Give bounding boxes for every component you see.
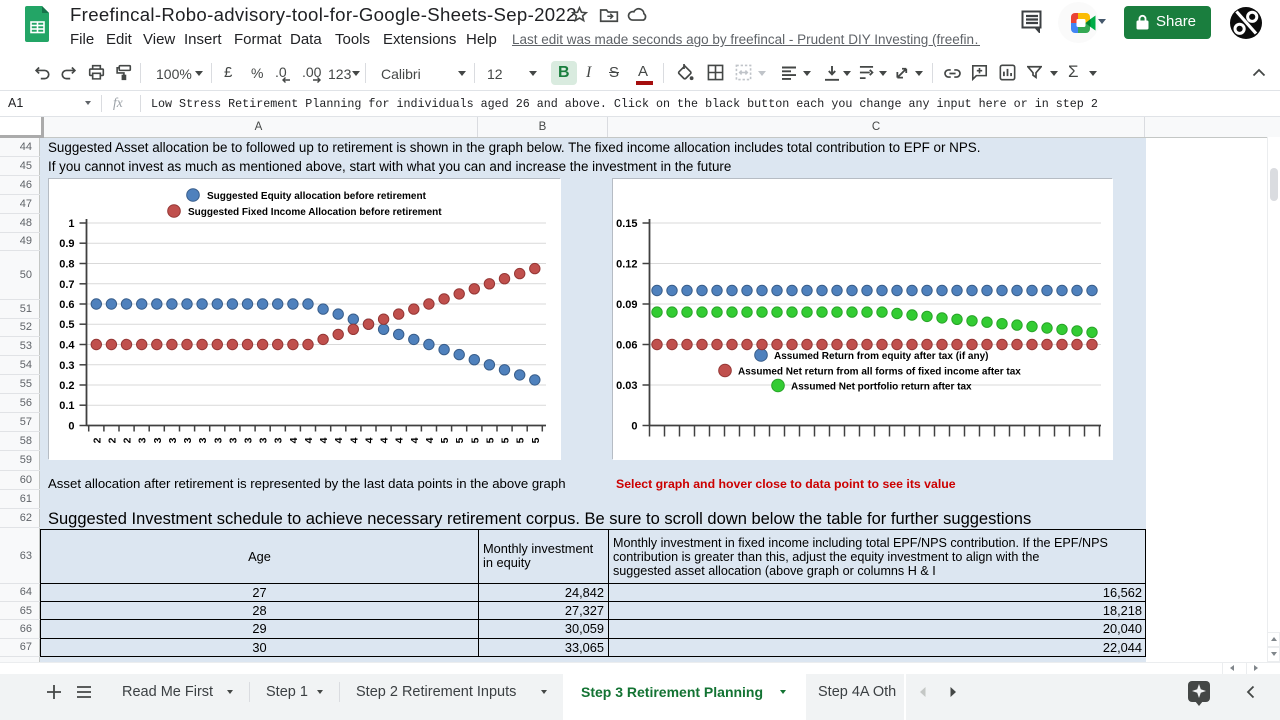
svg-text:3: 3 bbox=[137, 437, 149, 443]
svg-text:4: 4 bbox=[348, 437, 360, 443]
svg-text:2: 2 bbox=[91, 437, 103, 443]
svg-text:0.5: 0.5 bbox=[59, 319, 74, 331]
svg-text:3: 3 bbox=[197, 437, 209, 443]
svg-text:5: 5 bbox=[484, 437, 496, 443]
svg-text:4: 4 bbox=[424, 437, 436, 443]
svg-text:Assumed Net portfolio return a: Assumed Net portfolio return after tax bbox=[791, 382, 972, 393]
svg-text:0.1: 0.1 bbox=[59, 400, 74, 412]
svg-text:5: 5 bbox=[500, 437, 512, 443]
svg-text:0: 0 bbox=[631, 421, 637, 433]
svg-text:Assumed Net return from all fo: Assumed Net return from all forms of fix… bbox=[738, 367, 1021, 378]
svg-text:3: 3 bbox=[212, 437, 224, 443]
svg-text:1: 1 bbox=[68, 218, 74, 230]
svg-text:4: 4 bbox=[394, 437, 406, 443]
svg-text:3: 3 bbox=[273, 437, 285, 443]
svg-text:0.12: 0.12 bbox=[616, 259, 637, 271]
svg-text:0.8: 0.8 bbox=[59, 259, 74, 271]
svg-text:3: 3 bbox=[152, 437, 164, 443]
svg-text:3: 3 bbox=[182, 437, 194, 443]
svg-text:Suggested Equity allocation be: Suggested Equity allocation before retir… bbox=[207, 191, 427, 202]
svg-text:0.3: 0.3 bbox=[59, 360, 74, 372]
svg-text:0.9: 0.9 bbox=[59, 238, 74, 250]
svg-text:3: 3 bbox=[167, 437, 179, 443]
svg-text:3: 3 bbox=[258, 437, 270, 443]
svg-text:4: 4 bbox=[333, 437, 345, 443]
svg-text:4: 4 bbox=[288, 437, 300, 443]
svg-text:0.06: 0.06 bbox=[616, 340, 637, 352]
svg-text:0.03: 0.03 bbox=[616, 380, 637, 392]
svg-text:4: 4 bbox=[303, 437, 315, 443]
svg-text:5: 5 bbox=[515, 437, 527, 443]
svg-text:3: 3 bbox=[243, 437, 255, 443]
svg-text:0.09: 0.09 bbox=[616, 299, 637, 311]
svg-text:5: 5 bbox=[530, 437, 542, 443]
svg-text:0: 0 bbox=[68, 421, 74, 433]
svg-text:2: 2 bbox=[122, 437, 134, 443]
svg-text:4: 4 bbox=[379, 437, 391, 443]
svg-text:Assumed Return from equity aft: Assumed Return from equity after tax (if… bbox=[774, 351, 988, 362]
svg-text:0.7: 0.7 bbox=[59, 279, 74, 291]
svg-text:2: 2 bbox=[106, 437, 118, 443]
svg-text:0.15: 0.15 bbox=[616, 218, 637, 230]
svg-text:5: 5 bbox=[454, 437, 466, 443]
svg-text:4: 4 bbox=[409, 437, 421, 443]
svg-text:3: 3 bbox=[227, 437, 239, 443]
svg-text:0.2: 0.2 bbox=[59, 380, 74, 392]
svg-text:0.6: 0.6 bbox=[59, 299, 74, 311]
svg-text:Suggested Fixed Income Allocat: Suggested Fixed Income Allocation before… bbox=[188, 207, 442, 218]
svg-text:5: 5 bbox=[469, 437, 481, 443]
svg-text:5: 5 bbox=[439, 437, 451, 443]
svg-text:4: 4 bbox=[364, 437, 376, 443]
svg-text:0.4: 0.4 bbox=[59, 340, 75, 352]
svg-text:4: 4 bbox=[318, 437, 330, 443]
